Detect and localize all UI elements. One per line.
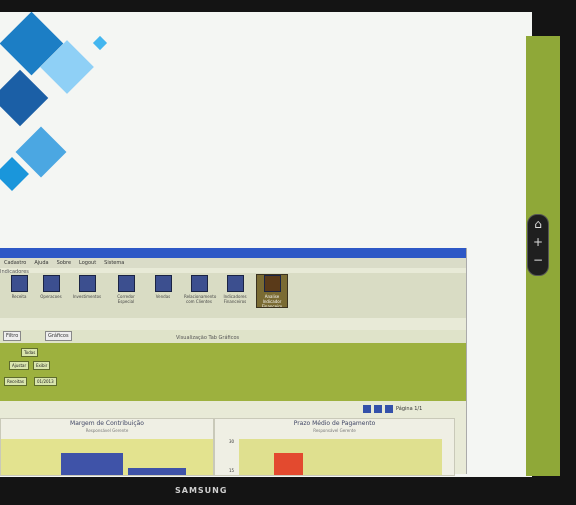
pager-prev-icon[interactable]: [374, 405, 382, 413]
operacoes-icon: [42, 275, 60, 292]
filter-field[interactable]: Exibir: [33, 361, 51, 370]
chart-area: [1, 439, 213, 475]
tool-analise-indicador[interactable]: Analise Indicador Financeiro: [256, 274, 288, 309]
app-window: Cadastro Ajuda Sobre Logout Sistema Indi…: [0, 248, 467, 476]
pager: Página 1/1: [363, 404, 459, 414]
chart-panel-prazo: Prazo Médio de Pagamento Responsável Ger…: [214, 418, 455, 476]
filter-tab-graficos[interactable]: Gráficos: [45, 331, 72, 341]
tool-relacionamento[interactable]: Relacionamento com Clientes: [184, 275, 217, 304]
filter-field[interactable]: Receitas: [4, 377, 27, 386]
receita-icon: [10, 275, 28, 292]
remote-nav: ⌂ + −: [527, 214, 549, 276]
menu-item-cadastro[interactable]: Cadastro: [4, 260, 26, 266]
filter-row: Filtro Gráficos Visualização Tab Gráfico…: [0, 330, 466, 343]
chart-area: [239, 439, 442, 475]
indicadores-icon: [226, 275, 244, 292]
pager-label: Página 1/1: [396, 406, 423, 412]
tool-receita-label: Receita: [11, 294, 27, 299]
menu-item-ajuda[interactable]: Ajuda: [34, 260, 48, 266]
menu-item-sistema[interactable]: Sistema: [104, 260, 124, 266]
tool-corredor-especial[interactable]: Corredor Especial: [111, 275, 141, 304]
pager-first-icon[interactable]: [363, 405, 371, 413]
tool-vendas-label: Vendas: [155, 294, 171, 299]
tool-operacoes[interactable]: Operacoes: [36, 275, 66, 299]
deco-shape: [0, 157, 29, 191]
deco-shape: [0, 69, 49, 127]
tv-screen: Cadastro Ajuda Sobre Logout Sistema Indi…: [0, 12, 532, 477]
home-icon[interactable]: ⌂: [528, 215, 548, 233]
relacionamento-icon: [190, 275, 208, 292]
tv-brand: SAMSUNG: [175, 486, 228, 495]
chart-bar: [128, 467, 186, 475]
chart-bar: [61, 453, 123, 475]
chart-bar: [274, 452, 303, 475]
zoom-out-button[interactable]: −: [528, 251, 548, 269]
investimentos-icon: [78, 275, 96, 292]
view-option-tab[interactable]: Tab: [208, 335, 216, 341]
tool-corredor-especial-label: Corredor Especial: [117, 294, 135, 304]
tool-operacoes-label: Operacoes: [40, 294, 62, 299]
tool-investimentos-label: Investimentos: [72, 294, 102, 299]
view-options: Visualização Tab Gráficos: [176, 335, 239, 341]
panel-subtitle: Responsável Gerente: [85, 428, 129, 433]
filter-field[interactable]: Ajustar: [9, 361, 30, 370]
menu-item-logout[interactable]: Logout: [79, 260, 96, 266]
pager-next-icon[interactable]: [385, 405, 393, 413]
view-option-graficos[interactable]: Gráficos: [219, 335, 240, 341]
analise-icon: [263, 275, 281, 292]
zoom-in-button[interactable]: +: [528, 233, 548, 251]
toolbar: Indicadores Receita Operacoes Investimen…: [0, 269, 466, 318]
filter-field[interactable]: 01/2013: [34, 377, 57, 386]
filter-panel: Todas Ajustar Exibir Receitas 01/2013: [0, 343, 466, 401]
menu-item-sobre[interactable]: Sobre: [57, 260, 71, 266]
filter-tab-filtro[interactable]: Filtro: [3, 331, 22, 341]
tool-receita[interactable]: Receita: [4, 275, 34, 299]
y-tick-label: 15: [229, 468, 235, 473]
tool-analise-indicador-label: Analise Indicador Financeiro: [261, 294, 283, 309]
panel-subtitle: Responsável Gerente: [313, 428, 356, 433]
chart-panel-margem: Margem de Contribuição Responsável Geren…: [0, 418, 214, 476]
filter-field[interactable]: Todas: [21, 348, 39, 357]
tool-indicadores-financeiros[interactable]: Indicadores Financeiros: [220, 275, 250, 304]
tool-indicadores-financeiros-label: Indicadores Financeiros: [223, 294, 247, 304]
window-titlebar: [0, 248, 466, 258]
tool-vendas[interactable]: Vendas: [148, 275, 178, 299]
corredor-icon: [117, 275, 135, 292]
y-tick-label: 30: [229, 439, 235, 444]
panel-title: Margem de Contribuição: [70, 420, 144, 427]
vendas-icon: [154, 275, 172, 292]
panel-title: Prazo Médio de Pagamento: [293, 420, 376, 427]
tool-investimentos[interactable]: Investimentos: [72, 275, 102, 299]
view-label: Visualização: [176, 335, 207, 341]
deco-shape: [92, 35, 108, 51]
menubar: Cadastro Ajuda Sobre Logout Sistema: [0, 258, 466, 268]
tool-relacionamento-label: Relacionamento com Clientes: [184, 294, 217, 304]
